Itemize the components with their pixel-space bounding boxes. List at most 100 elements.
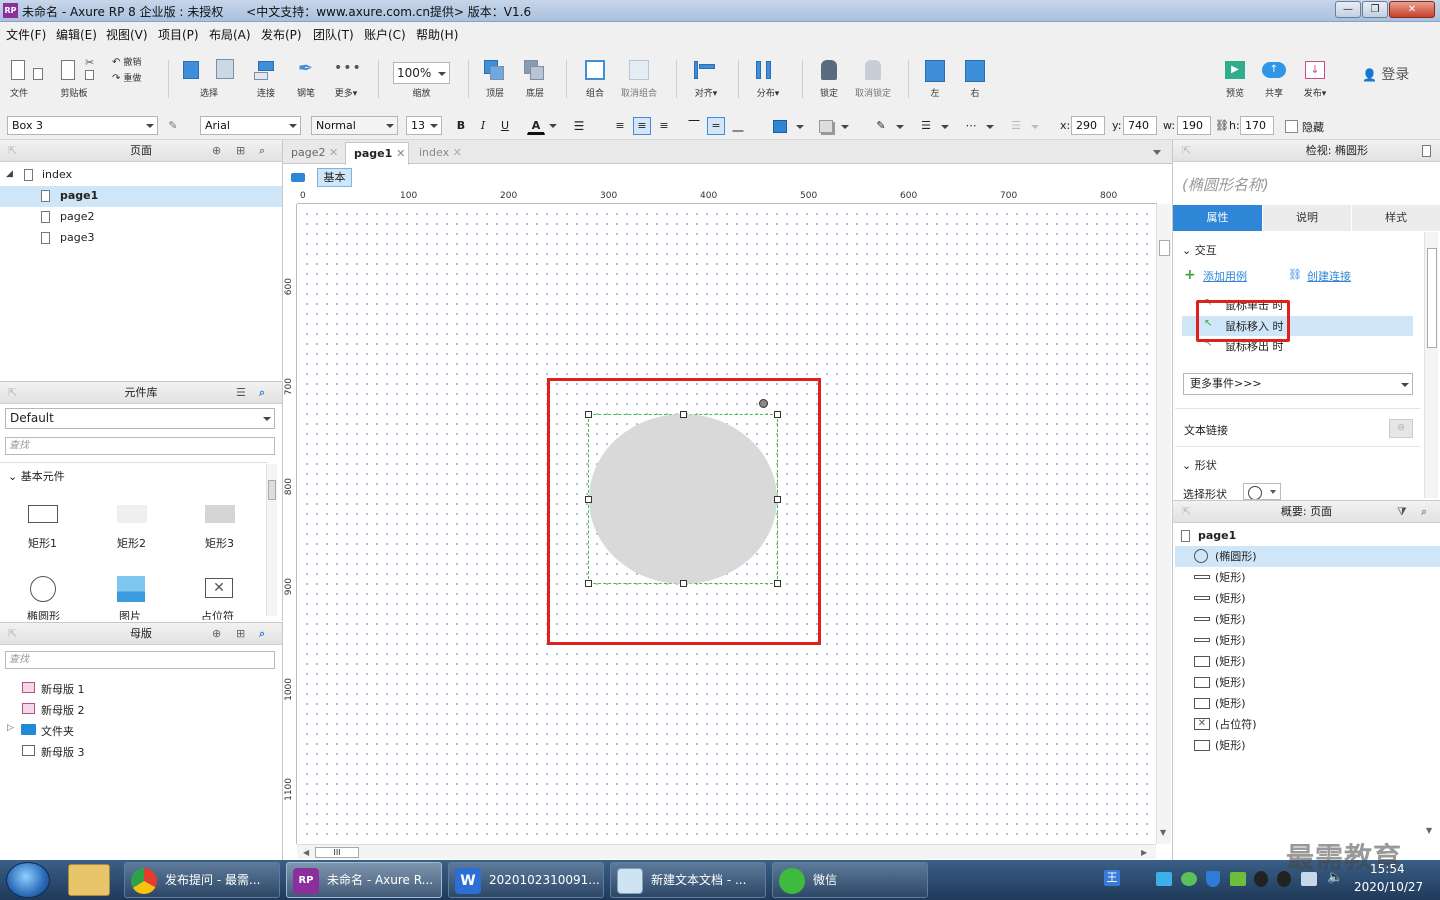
scroll-right-icon[interactable]: ▶ [1141,848,1147,857]
outline-item[interactable]: ✕ (占位符) [1175,714,1440,735]
resize-handle[interactable] [774,580,781,587]
clock-time[interactable]: 15:54 [1370,862,1405,876]
menu-team[interactable]: 团队(T) [313,26,354,43]
bring-to-front-button[interactable]: 顶层 [480,58,510,99]
select-shape-button[interactable] [1243,483,1281,500]
wechat-tray-icon[interactable] [1181,872,1197,886]
clipboard-button[interactable]: ✂ 剪贴板 [58,56,98,99]
master-item[interactable]: 新母版 2 [0,698,282,719]
ellipse-widget-icon[interactable] [30,576,56,602]
resize-handle[interactable] [585,580,592,587]
add-folder-icon[interactable]: ⊞ [236,140,245,161]
lock-ratio-icon[interactable]: ⛓ [1215,119,1229,132]
add-icon[interactable]: + [1184,267,1196,283]
page-item-page3[interactable]: page3 [0,228,282,249]
library-search-input[interactable]: 查找 [5,437,275,455]
adaptive-view-base[interactable]: 基本 [317,168,352,187]
rotate-handle[interactable] [759,399,768,408]
adaptive-view-icon[interactable] [291,173,305,182]
bullet-list-icon[interactable]: ☰ [570,117,588,135]
nvidia-icon[interactable] [1230,872,1246,886]
menu-view[interactable]: 视图(V) [106,26,148,43]
ungroup-button[interactable]: 取消组合 [616,58,662,99]
scrollbar-thumb[interactable]: III [315,847,359,858]
search-icon[interactable]: ⌕ [1421,501,1427,522]
login-button[interactable]: 👤 登录 [1362,64,1418,84]
w-input[interactable]: 190 [1177,116,1211,135]
x-input[interactable]: 290 [1071,116,1105,135]
outline-item[interactable]: (矩形) [1175,609,1440,630]
align-left-icon[interactable]: ≡ [611,117,629,135]
publish-button[interactable]: ↓ 发布▾ [1298,58,1332,99]
redo-button[interactable]: ↷ 重做 [112,70,152,84]
outline-item[interactable]: (矩形) [1175,567,1440,588]
resize-handle[interactable] [680,580,687,587]
image-widget-icon[interactable] [117,576,145,602]
outline-item[interactable]: (矩形) [1175,651,1440,672]
unlock-button[interactable]: 取消锁定 [850,58,896,99]
more-tools-button[interactable]: ••• 更多▾ [330,58,362,99]
fill-color-icon[interactable] [773,120,787,133]
maximize-button[interactable]: ❐ [1362,1,1388,18]
scroll-down-icon[interactable]: ▼ [1160,828,1166,837]
align-button[interactable]: 对齐▾ [688,58,724,99]
arrow-style-icon[interactable]: ☰ [1007,117,1025,135]
interactions-section[interactable]: ⌄ 交互 [1182,242,1217,258]
taskbar-item-notepad[interactable]: 新建文本文档 - ... [610,862,766,898]
align-right-icon[interactable]: ≡ [655,117,673,135]
scroll-down-icon[interactable]: ▼ [1426,826,1432,835]
shadow-icon[interactable] [819,120,833,133]
masters-search-input[interactable]: 查找 [5,651,275,669]
close-icon[interactable]: ✕ [453,146,462,159]
undo-button[interactable]: ↶ 撤销 [112,54,152,68]
shield-icon[interactable] [1206,871,1220,887]
tabs-dropdown-icon[interactable] [1153,150,1161,155]
text-link-button[interactable]: ⊖ [1389,419,1413,438]
file-explorer-icon[interactable] [68,864,110,896]
bold-button[interactable]: B [452,117,470,135]
format-painter-icon[interactable]: ✎ [164,117,182,135]
line-width-icon[interactable]: ☰ [917,117,935,135]
pin-icon[interactable]: ⇱ [1182,501,1191,522]
rectangle1-widget-icon[interactable] [28,505,58,523]
left-panel-toggle[interactable]: 左 [920,58,950,99]
tab-page2[interactable]: page2 ✕ [283,142,343,164]
caret-down-icon[interactable]: ◢ [6,169,13,179]
pin-icon[interactable]: ⇱ [8,140,17,161]
scroll-left-icon[interactable]: ◀ [303,848,309,857]
file-button[interactable]: 文件 [8,58,46,99]
font-color-button[interactable]: A [527,117,545,135]
tab-style[interactable]: 样式 [1352,205,1440,231]
filter-icon[interactable]: ⧩ [1397,501,1407,522]
y-input[interactable]: 740 [1123,116,1157,135]
close-icon[interactable]: ✕ [329,146,338,159]
outline-item[interactable]: (矩形) [1175,672,1440,693]
font-size-select[interactable]: 13 [406,116,442,135]
tab-notes[interactable]: 说明 [1263,205,1351,231]
taskbar-item-chrome[interactable]: 发布提问 - 最需... [124,862,280,898]
master-folder[interactable]: ▷ 文件夹 [0,719,282,740]
valign-top-icon[interactable]: ⎺ [685,117,703,135]
hidden-checkbox[interactable] [1285,120,1298,133]
add-case-link[interactable]: 添加用例 [1203,268,1247,284]
underline-button[interactable]: U [496,117,514,135]
placeholder-widget-icon[interactable]: ✕ [205,578,233,598]
menu-publish[interactable]: 发布(P) [261,26,302,43]
close-icon[interactable]: ✕ [396,147,405,160]
rectangle2-widget-icon[interactable] [117,505,147,523]
outline-item[interactable]: (椭圆形) [1175,546,1440,567]
valign-middle-icon[interactable]: = [707,117,725,135]
send-to-back-button[interactable]: 底层 [520,58,550,99]
pen-tool-button[interactable]: ✒ 钢笔 [292,58,320,99]
pin-icon[interactable]: ⇱ [1182,140,1191,161]
align-center-icon[interactable]: ≡ [633,117,651,135]
horizontal-scrollbar[interactable]: ◀ III ▶ [297,844,1156,859]
search-icon[interactable]: ⌕ [259,623,265,644]
menu-project[interactable]: 项目(P) [158,26,199,43]
library-category[interactable]: ⌄ 基本元件 [8,468,65,484]
resize-handle[interactable] [774,411,781,418]
notes-icon[interactable] [1422,145,1431,157]
font-family-select[interactable]: Arial [200,116,301,135]
page-item-page2[interactable]: page2 [0,207,282,228]
master-item[interactable]: 新母版 3 [0,740,282,761]
